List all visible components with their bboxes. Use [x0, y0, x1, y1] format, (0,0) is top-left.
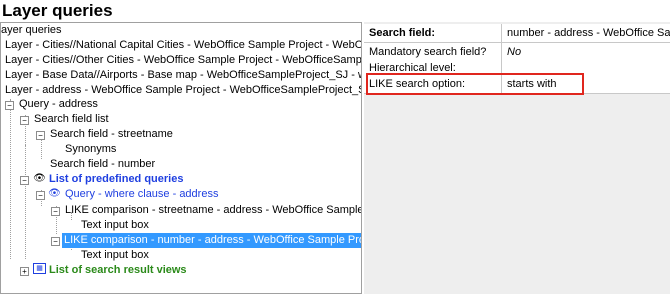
collapse-toggle[interactable]: − — [36, 191, 45, 200]
tree-layer-item[interactable]: Layer - Cities//National Capital Cities … — [5, 38, 361, 53]
collapse-toggle[interactable]: − — [20, 116, 29, 125]
binoculars-icon: 👁 — [48, 188, 61, 199]
tree-layer-item[interactable]: Layer - Base Data//Airports - Base map -… — [5, 68, 361, 83]
tree-text-input-box[interactable]: Text input box — [81, 218, 149, 233]
expand-toggle[interactable]: + — [20, 267, 29, 276]
tree-like-number-selected[interactable]: LIKE comparison - number - address - Web… — [62, 233, 361, 248]
tree-like-streetname[interactable]: LIKE comparison - streetname - address -… — [65, 203, 361, 218]
tree-connector — [25, 145, 26, 259]
collapse-toggle[interactable]: − — [5, 101, 14, 110]
binoculars-icon: 👁 — [33, 173, 46, 184]
property-row[interactable]: Search field: number - address - WebOffi… — [364, 24, 670, 43]
tree-connector — [10, 99, 11, 259]
tree-search-field-list[interactable]: Search field list — [34, 112, 109, 127]
tree-text-input-box[interactable]: Text input box — [81, 248, 149, 263]
property-value[interactable]: number - address - WebOffice Sam — [503, 24, 670, 42]
highlight-box — [366, 73, 584, 95]
collapse-toggle[interactable]: − — [51, 237, 60, 246]
property-panel: Search field: number - address - WebOffi… — [364, 22, 670, 294]
tree-layer-item[interactable]: Layer - Cities//Other Cities - WebOffice… — [5, 53, 361, 68]
property-name: Search field: — [364, 24, 502, 42]
tree-root[interactable]: ayer queries — [1, 23, 62, 38]
tree-predefined-queries[interactable]: List of predefined queries — [49, 172, 183, 187]
tree-synonyms[interactable]: Synonyms — [65, 142, 116, 157]
collapse-toggle[interactable]: − — [51, 207, 60, 216]
collapse-toggle[interactable]: − — [36, 131, 45, 140]
table-icon: ▦ — [33, 263, 46, 274]
tree-layer-item[interactable]: Layer - address - WebOffice Sample Proje… — [5, 83, 361, 98]
tree-search-result-views[interactable]: List of search result views — [49, 263, 187, 278]
query-tree[interactable]: ayer queries Layer - Cities//National Ca… — [0, 22, 362, 294]
tree-query-address[interactable]: Query - address — [19, 97, 98, 112]
tree-connector — [41, 137, 42, 159]
page-title: Layer queries — [2, 1, 113, 20]
tree-query-where-clause[interactable]: Query - where clause - address — [65, 187, 218, 202]
tree-search-field-number[interactable]: Search field - number — [50, 157, 155, 172]
tree-search-field-streetname[interactable]: Search field - streetname — [50, 127, 173, 142]
collapse-toggle[interactable]: − — [20, 176, 29, 185]
